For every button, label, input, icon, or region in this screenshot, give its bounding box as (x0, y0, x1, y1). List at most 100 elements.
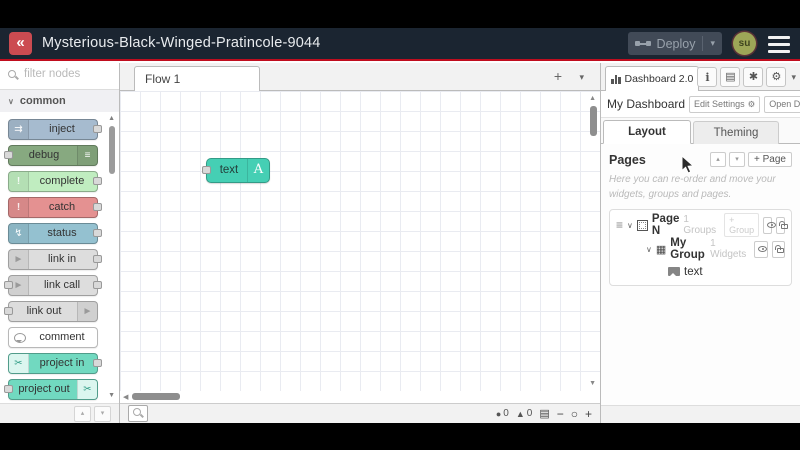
node-label: link in (47, 253, 77, 265)
catch-icon: ! (9, 198, 29, 217)
dashboard-title: My Dashboard (607, 97, 686, 111)
debug-icon: ≡ (77, 146, 97, 165)
flow-canvas[interactable]: text A (120, 91, 600, 391)
palette-node-project-out[interactable]: ✂ project out (4, 379, 98, 400)
user-avatar[interactable]: su (733, 32, 756, 55)
node-label: link call (43, 279, 81, 291)
group-visibility-button[interactable] (754, 240, 768, 258)
tab-theming[interactable]: Theming (693, 121, 779, 144)
move-page-up-button[interactable]: ▴ (710, 152, 727, 167)
add-flow-button[interactable]: + (554, 69, 562, 83)
main-menu-button[interactable] (768, 36, 790, 53)
link-icon: ► (9, 250, 29, 269)
palette-node-catch[interactable]: ! catch (8, 197, 102, 218)
canvas-vscrollbar-thumb[interactable] (590, 106, 597, 136)
chevron-down-icon[interactable]: ∨ (646, 245, 652, 254)
filter-nodes-input[interactable] (22, 67, 114, 81)
palette-scroll-down-icon[interactable]: ▼ (108, 392, 115, 399)
deploy-button[interactable]: Deploy ▾ (627, 32, 722, 55)
palette-node-complete[interactable]: ! complete (8, 171, 102, 192)
tab-help-button[interactable]: ▤ (720, 67, 741, 87)
canvas-scroll-left-icon[interactable]: ◀ (123, 393, 128, 401)
open-dashboard-button[interactable]: Open Dashboard ↗ (764, 95, 800, 113)
flow-list-caret-icon[interactable]: ▾ (579, 72, 584, 83)
mouse-cursor (681, 155, 695, 174)
text-widget-icon: A (247, 159, 269, 182)
palette-scroll-up-icon[interactable]: ▲ (108, 115, 115, 122)
canvas-scroll-down-icon[interactable]: ▼ (589, 380, 596, 387)
page-visibility-button[interactable] (763, 216, 777, 234)
node-label: project out (18, 383, 70, 395)
error-counter[interactable]: ● 0 (496, 408, 509, 419)
output-port (93, 229, 102, 237)
edit-settings-label: Edit Settings (694, 99, 745, 109)
deploy-caret-icon[interactable]: ▾ (710, 38, 715, 49)
add-group-button[interactable]: + Group (724, 213, 760, 237)
navigator-toggle-button[interactable]: ▤ (539, 407, 549, 420)
unlock-icon (779, 220, 789, 229)
palette-node-status[interactable]: ↯ status (8, 223, 102, 244)
palette-node-inject[interactable]: ⇉ inject (8, 119, 102, 140)
page-groups-badge: 1 Groups (683, 214, 717, 236)
pages-heading: Pages (609, 152, 646, 167)
canvas-footer: ● 0 ▲ 0 ▤ − ○ + (120, 403, 600, 423)
status-icon: ↯ (9, 224, 29, 243)
palette-node-debug[interactable]: ≡ debug (4, 145, 98, 166)
output-port (93, 281, 102, 289)
workspace-title: Mysterious-Black-Winged-Pratincole-9044 (42, 35, 321, 51)
node-label: inject (49, 123, 75, 135)
warning-counter[interactable]: ▲ 0 (516, 408, 532, 419)
canvas-hscrollbar[interactable]: ◀ (120, 391, 586, 403)
tab-flow-1[interactable]: Flow 1 (134, 66, 260, 91)
zoom-reset-button[interactable]: ○ (571, 408, 578, 420)
search-icon (133, 408, 141, 416)
move-page-down-button[interactable]: ▾ (729, 152, 746, 167)
input-port[interactable] (202, 166, 211, 174)
zoom-out-button[interactable]: − (557, 408, 564, 420)
node-label: complete (39, 175, 85, 187)
widget-name: text (684, 265, 703, 278)
tree-row-group[interactable]: ∨ ▦ My Group 1 Widgets (610, 237, 791, 261)
tab-layout[interactable]: Layout (603, 120, 691, 144)
tree-row-widget[interactable]: text (610, 261, 791, 282)
node-label: status (47, 227, 77, 239)
project-icon: ✂ (9, 354, 29, 373)
palette-node-link-call[interactable]: ► link call (4, 275, 102, 296)
comment-icon (14, 333, 26, 343)
input-port (4, 307, 13, 315)
tab-debug-button[interactable]: ✱ (743, 67, 764, 87)
project-icon: ✂ (77, 380, 97, 399)
drag-handle-icon[interactable]: ≡ (616, 218, 623, 232)
pages-help-text: Here you can re-order and move your widg… (609, 174, 776, 200)
input-port (4, 151, 13, 159)
add-page-button[interactable]: + Page (748, 152, 792, 167)
palette-node-link-in[interactable]: ► link in (8, 249, 102, 270)
input-port (4, 385, 13, 393)
group-lock-button[interactable] (771, 240, 785, 258)
node-palette: ∨ common ⇉ inject ≡ debug ! complete (0, 63, 120, 423)
expand-categories-button[interactable]: ▾ (94, 405, 111, 422)
palette-category-common[interactable]: ∨ common (0, 90, 119, 113)
canvas-search-button[interactable] (128, 405, 148, 422)
canvas-scroll-up-icon[interactable]: ▲ (589, 95, 596, 102)
output-port (93, 125, 102, 133)
tab-info-button[interactable]: i (697, 67, 718, 87)
collapse-categories-button[interactable]: ▴ (74, 405, 91, 422)
tab-dashboard-2[interactable]: Dashboard 2.0 (605, 66, 699, 91)
palette-node-comment[interactable]: comment (8, 327, 98, 348)
palette-scrollbar-thumb[interactable] (109, 126, 115, 174)
chevron-down-icon[interactable]: ∨ (627, 221, 633, 230)
edit-settings-button[interactable]: Edit Settings ⚙ (689, 95, 761, 113)
sidebar-tabs-caret-icon[interactable]: ▾ (791, 72, 796, 83)
palette-node-project-in[interactable]: ✂ project in (8, 353, 102, 374)
zoom-in-button[interactable]: + (585, 408, 592, 420)
canvas-hscrollbar-thumb[interactable] (132, 393, 180, 400)
tree-row-page[interactable]: ≡ ∨ Page N 1 Groups + Group (610, 213, 791, 237)
palette-node-link-out[interactable]: ► link out (4, 301, 98, 322)
tab-config-button[interactable]: ⚙ (766, 67, 787, 87)
sidebar-footer (601, 405, 800, 423)
page-lock-button[interactable] (776, 216, 789, 234)
flow-node-text[interactable]: text A (202, 158, 270, 183)
deploy-label: Deploy (656, 36, 696, 51)
input-port (4, 281, 13, 289)
